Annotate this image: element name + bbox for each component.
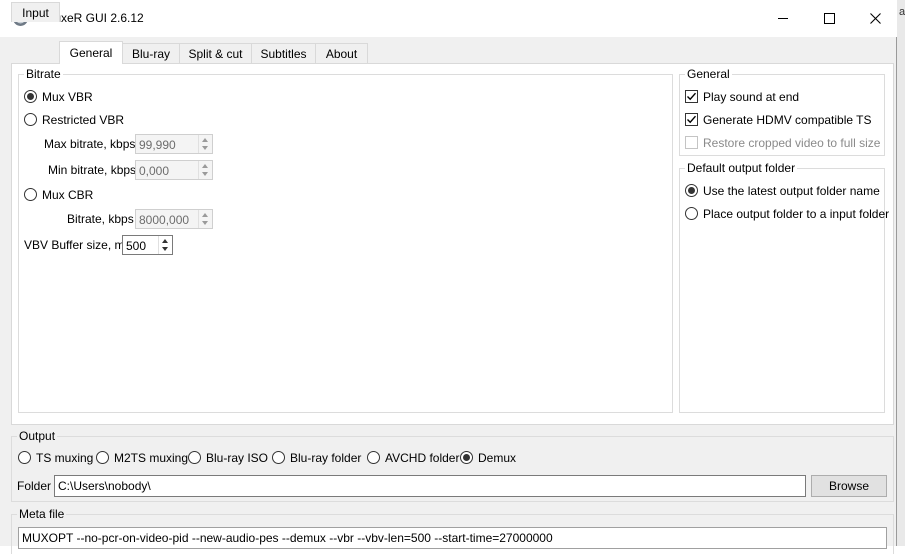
m2ts-muxing-label[interactable]: M2TS muxing: [114, 451, 188, 465]
max-bitrate-spinbox[interactable]: 99,990: [135, 134, 213, 154]
mux-cbr-label[interactable]: Mux CBR: [42, 188, 93, 202]
spin-arrows[interactable]: [158, 236, 172, 254]
arrow-down-icon: [202, 146, 208, 150]
place-input-folder-label[interactable]: Place output folder to a input folder: [703, 207, 889, 221]
checkmark-icon: [687, 92, 697, 101]
blu-ray-iso-radio[interactable]: [188, 451, 201, 464]
background-window-edge: [897, 0, 905, 546]
mux-vbr-label[interactable]: Mux VBR: [42, 90, 93, 104]
max-bitrate-value: 99,990: [139, 138, 176, 152]
min-bitrate-spinbox[interactable]: 0,000: [135, 160, 213, 180]
general-tab-page: Bitrate Mux VBR Restricted VBR Max bitra…: [11, 63, 894, 425]
play-sound-label[interactable]: Play sound at end: [703, 90, 799, 104]
vbv-buffer-label: VBV Buffer size, ms: [24, 238, 131, 252]
mux-vbr-radio[interactable]: [24, 90, 37, 103]
spin-arrows[interactable]: [198, 161, 212, 179]
maximize-button[interactable]: [806, 0, 852, 37]
arrow-down-icon: [162, 247, 168, 251]
max-bitrate-label: Max bitrate, kbps: [44, 137, 136, 151]
close-icon: [869, 13, 881, 24]
arrow-up-icon: [162, 239, 168, 243]
browse-button[interactable]: Browse: [811, 475, 887, 497]
cbr-bitrate-label: Bitrate, kbps: [67, 212, 134, 226]
tab-about[interactable]: About: [315, 43, 368, 63]
minimize-icon: [777, 18, 788, 19]
tab-label: Split & cut: [188, 46, 243, 61]
blu-ray-folder-label[interactable]: Blu-ray folder: [290, 451, 361, 465]
group-title: General: [685, 67, 732, 81]
tab-subtitles[interactable]: Subtitles: [251, 43, 316, 63]
checkmark-icon: [687, 115, 697, 124]
restricted-vbr-label[interactable]: Restricted VBR: [42, 113, 124, 127]
demux-label[interactable]: Demux: [478, 451, 516, 465]
tab-split-cut[interactable]: Split & cut: [179, 43, 252, 63]
vbv-buffer-value: 500: [126, 239, 147, 253]
output-group: Output TS muxing M2TS muxing Blu-ray ISO…: [11, 429, 894, 502]
play-sound-checkbox[interactable]: [685, 90, 698, 103]
spin-arrows[interactable]: [198, 210, 212, 228]
tab-label: Blu-ray: [131, 46, 170, 61]
tab-label: About: [325, 46, 358, 61]
avchd-folder-label[interactable]: AVCHD folder: [385, 451, 459, 465]
default-output-folder-group: Default output folder Use the latest out…: [679, 161, 889, 413]
tab-blu-ray[interactable]: Blu-ray: [122, 43, 180, 63]
restricted-vbr-radio[interactable]: [24, 113, 37, 126]
spin-arrows[interactable]: [198, 135, 212, 153]
group-title: Meta file: [17, 507, 67, 521]
arrow-up-icon: [202, 138, 208, 142]
place-input-folder-radio[interactable]: [685, 207, 698, 220]
cbr-bitrate-value: 8000,000: [139, 213, 190, 227]
blu-ray-iso-label[interactable]: Blu-ray ISO: [206, 451, 268, 465]
group-title: Bitrate: [24, 67, 63, 81]
tab-label: Subtitles: [260, 46, 307, 61]
use-latest-folder-radio[interactable]: [685, 184, 698, 197]
min-bitrate-label: Min bitrate, kbps: [48, 163, 137, 177]
hdmv-label[interactable]: Generate HDMV compatible TS: [703, 113, 872, 127]
ts-muxing-label[interactable]: TS muxing: [36, 451, 93, 465]
arrow-down-icon: [202, 221, 208, 225]
group-title: Output: [17, 429, 58, 443]
restore-cropped-checkbox[interactable]: [685, 136, 698, 149]
group-title: Default output folder: [685, 161, 798, 175]
close-button[interactable]: [852, 0, 898, 37]
general-group: General Play sound at end Generate HDMV …: [679, 67, 885, 156]
hdmv-checkbox[interactable]: [685, 113, 698, 126]
output-folder-input[interactable]: C:\Users\nobody\: [54, 475, 806, 497]
background-window-text: a: [899, 6, 905, 18]
main-window: tsMuxeR GUI 2.6.12 Input General Blu-ray…: [0, 0, 897, 554]
vbv-buffer-spinbox[interactable]: 500: [122, 235, 173, 255]
min-bitrate-value: 0,000: [139, 164, 170, 178]
blu-ray-folder-radio[interactable]: [272, 451, 285, 464]
bitrate-group: Bitrate Mux VBR Restricted VBR Max bitra…: [18, 67, 673, 413]
tab-general[interactable]: General: [59, 41, 123, 64]
ts-muxing-radio[interactable]: [18, 451, 31, 464]
use-latest-folder-label[interactable]: Use the latest output folder name: [703, 184, 880, 198]
tab-label: General: [69, 46, 113, 60]
mux-cbr-radio[interactable]: [24, 188, 37, 201]
arrow-down-icon: [202, 172, 208, 176]
arrow-up-icon: [202, 164, 208, 168]
minimize-button[interactable]: [760, 0, 806, 37]
meta-file-group: Meta file MUXOPT --no-pcr-on-video-pid -…: [11, 507, 894, 554]
restore-cropped-label[interactable]: Restore cropped video to full size: [703, 136, 880, 150]
avchd-folder-radio[interactable]: [367, 451, 380, 464]
folder-label: Folder: [17, 479, 52, 493]
tab-input[interactable]: Input: [11, 2, 60, 22]
tab-label: Input: [22, 5, 49, 20]
demux-radio[interactable]: [460, 451, 473, 464]
maximize-icon: [823, 13, 835, 24]
m2ts-muxing-radio[interactable]: [96, 451, 109, 464]
arrow-up-icon: [202, 213, 208, 217]
title-bar[interactable]: tsMuxeR GUI 2.6.12: [0, 0, 897, 37]
cbr-bitrate-spinbox[interactable]: 8000,000: [135, 209, 213, 229]
